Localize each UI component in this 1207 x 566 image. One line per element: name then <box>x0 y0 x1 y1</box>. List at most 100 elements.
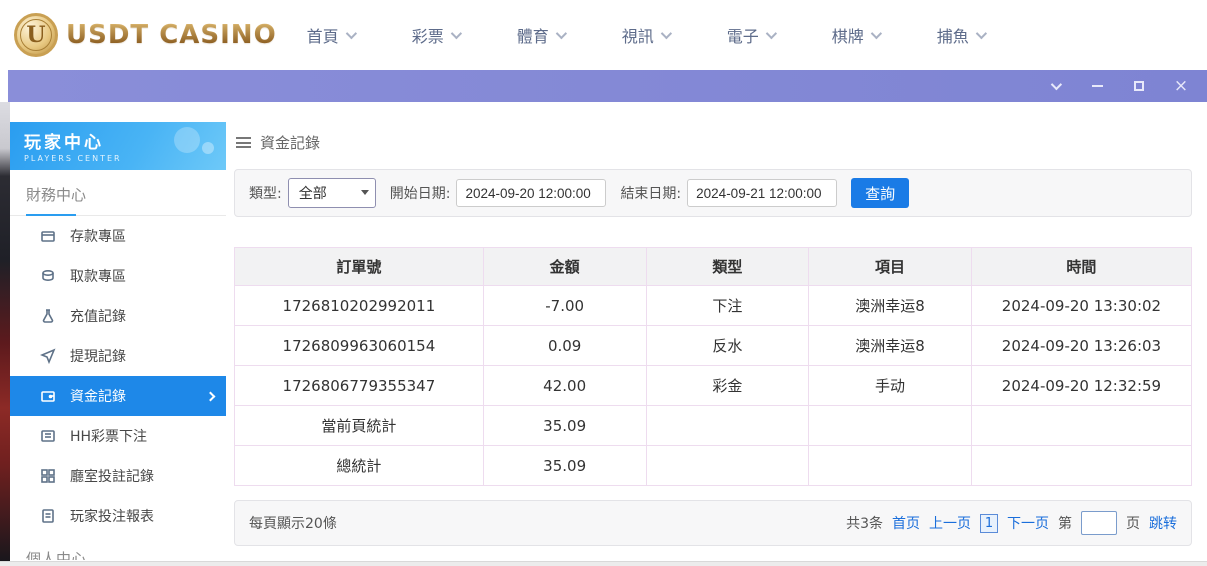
table-header-cell: 金額 <box>483 248 646 286</box>
nav-item-首頁[interactable]: 首頁 <box>307 23 354 47</box>
minimize-icon[interactable] <box>1089 78 1105 94</box>
sidebar-item-玩家投注報表[interactable]: 玩家投注報表 <box>10 496 226 536</box>
next-page-link[interactable]: 下一页 <box>1007 513 1049 533</box>
end-date-input[interactable] <box>687 179 837 207</box>
table-row: 當前頁統計35.09 <box>235 406 1192 446</box>
page-jump-input[interactable] <box>1081 511 1117 535</box>
deposit-icon <box>40 228 56 244</box>
chevron-down-icon <box>450 28 461 39</box>
sidebar-item-HH彩票下注[interactable]: HH彩票下注 <box>10 416 226 456</box>
nav-item-彩票[interactable]: 彩票 <box>412 23 459 47</box>
table-cell: 2024-09-20 12:32:59 <box>971 366 1191 406</box>
table-cell <box>646 406 809 446</box>
jump-prefix-label: 第 <box>1058 513 1072 533</box>
jump-button[interactable]: 跳转 <box>1149 513 1177 533</box>
table-cell: 2024-09-20 13:30:02 <box>971 286 1191 326</box>
sidebar-item-充值記錄[interactable]: 充值記錄 <box>10 296 226 336</box>
table-row: 總統計35.09 <box>235 446 1192 486</box>
table-cell <box>971 406 1191 446</box>
jump-suffix-label: 页 <box>1126 513 1140 533</box>
hall-icon <box>40 468 56 484</box>
sidebar: 玩家中心 PLAYERS CENTER 財務中心 存款專區取款專區充值記錄提現記… <box>10 122 226 560</box>
type-select[interactable]: 全部 <box>288 178 376 208</box>
hamburger-icon[interactable] <box>236 137 251 148</box>
table-header-cell: 時間 <box>971 248 1191 286</box>
chevron-down-icon <box>976 28 987 39</box>
table-cell: 35.09 <box>483 446 646 486</box>
table-cell <box>809 446 972 486</box>
sidebar-subtitle: PLAYERS CENTER <box>24 154 214 163</box>
table-cell <box>809 406 972 446</box>
table-cell: 0.09 <box>483 326 646 366</box>
pagination-controls: 共3条 首页 上一页 1 下一页 第 页 跳转 <box>846 511 1177 535</box>
breadcrumb: 資金記錄 <box>234 132 1192 153</box>
funds-icon <box>40 388 56 404</box>
table-cell: 1726810202992011 <box>235 286 484 326</box>
table-cell: 下注 <box>646 286 809 326</box>
nav-item-捕魚[interactable]: 捕魚 <box>937 23 984 47</box>
nav-item-視訊[interactable]: 視訊 <box>622 23 669 47</box>
maximize-icon[interactable] <box>1131 78 1147 94</box>
chevron-down-icon <box>660 28 671 39</box>
table-header-row: 訂單號金額類型項目時間 <box>235 248 1192 286</box>
chevron-down-icon <box>871 28 882 39</box>
sidebar-item-廳室投註記錄[interactable]: 廳室投註記錄 <box>10 456 226 496</box>
recharge-icon <box>40 308 56 324</box>
table-cell: 1726806779355347 <box>235 366 484 406</box>
table-cell: 澳洲幸运8 <box>809 326 972 366</box>
end-date-label: 結束日期: <box>620 183 681 203</box>
table-row: 172680677935534742.00彩金手动2024-09-20 12:3… <box>235 366 1192 406</box>
sidebar-item-資金記錄[interactable]: 資金記錄 <box>10 376 226 416</box>
funds-table: 訂單號金額類型項目時間 1726810202992011-7.00下注澳洲幸运8… <box>234 247 1192 486</box>
table-header-cell: 訂單號 <box>235 248 484 286</box>
chevron-down-icon <box>555 28 566 39</box>
sidebar-item-取款專區[interactable]: 取款專區 <box>10 256 226 296</box>
type-label: 類型: <box>249 183 282 203</box>
chevron-down-icon <box>345 28 356 39</box>
decorative-circle-icon <box>174 127 200 153</box>
page-size-text: 每頁顯示20條 <box>249 513 337 533</box>
nav-item-電子[interactable]: 電子 <box>727 23 774 47</box>
table-cell: 42.00 <box>483 366 646 406</box>
content-area: 玩家中心 PLAYERS CENTER 財務中心 存款專區取款專區充值記錄提現記… <box>0 102 1207 566</box>
prev-page-link[interactable]: 上一页 <box>929 513 971 533</box>
table-cell: 反水 <box>646 326 809 366</box>
table-cell: 35.09 <box>483 406 646 446</box>
sidebar-section-personal: 個人中心 <box>10 536 226 560</box>
table-cell: 手动 <box>809 366 972 406</box>
table-cell <box>971 446 1191 486</box>
sidebar-section-finance: 財務中心 <box>10 170 226 216</box>
table-cell: 2024-09-20 13:26:03 <box>971 326 1191 366</box>
current-page-badge[interactable]: 1 <box>980 514 998 533</box>
main-nav: 首頁 彩票 體育 視訊 電子 棋牌 捕魚 <box>307 23 984 47</box>
withdraw-icon <box>40 268 56 284</box>
search-button[interactable]: 查詢 <box>851 178 909 208</box>
table-cell: -7.00 <box>483 286 646 326</box>
background-image-strip <box>0 102 10 566</box>
table-cell: 總統計 <box>235 446 484 486</box>
window-titlebar: × <box>8 70 1207 102</box>
nav-item-體育[interactable]: 體育 <box>517 23 564 47</box>
site-header: U USDT CASINO 首頁 彩票 體育 視訊 電子 棋牌 捕魚 <box>0 0 1207 70</box>
table-header-cell: 項目 <box>809 248 972 286</box>
page-title: 資金記錄 <box>260 132 320 153</box>
table-body: 1726810202992011-7.00下注澳洲幸运82024-09-20 1… <box>235 286 1192 486</box>
sidebar-item-提現記錄[interactable]: 提現記錄 <box>10 336 226 376</box>
pagination-bar: 每頁顯示20條 共3条 首页 上一页 1 下一页 第 页 跳转 <box>234 500 1192 546</box>
logo-emblem-icon: U <box>14 13 58 57</box>
table-cell: 1726809963060154 <box>235 326 484 366</box>
nav-item-棋牌[interactable]: 棋牌 <box>832 23 879 47</box>
table-cell <box>646 446 809 486</box>
start-date-input[interactable] <box>456 179 606 207</box>
decorative-circle-icon <box>202 142 214 154</box>
total-count-text: 共3条 <box>846 513 883 533</box>
logo-text: USDT CASINO <box>66 20 277 50</box>
close-icon[interactable]: × <box>1173 78 1189 94</box>
first-page-link[interactable]: 首页 <box>892 513 920 533</box>
sidebar-item-存款專區[interactable]: 存款專區 <box>10 216 226 256</box>
table-row: 17268099630601540.09反水澳洲幸运82024-09-20 13… <box>235 326 1192 366</box>
logo[interactable]: U USDT CASINO <box>0 13 277 57</box>
cashout-icon <box>40 348 56 364</box>
table-cell: 彩金 <box>646 366 809 406</box>
chevron-down-icon[interactable] <box>1047 78 1063 94</box>
